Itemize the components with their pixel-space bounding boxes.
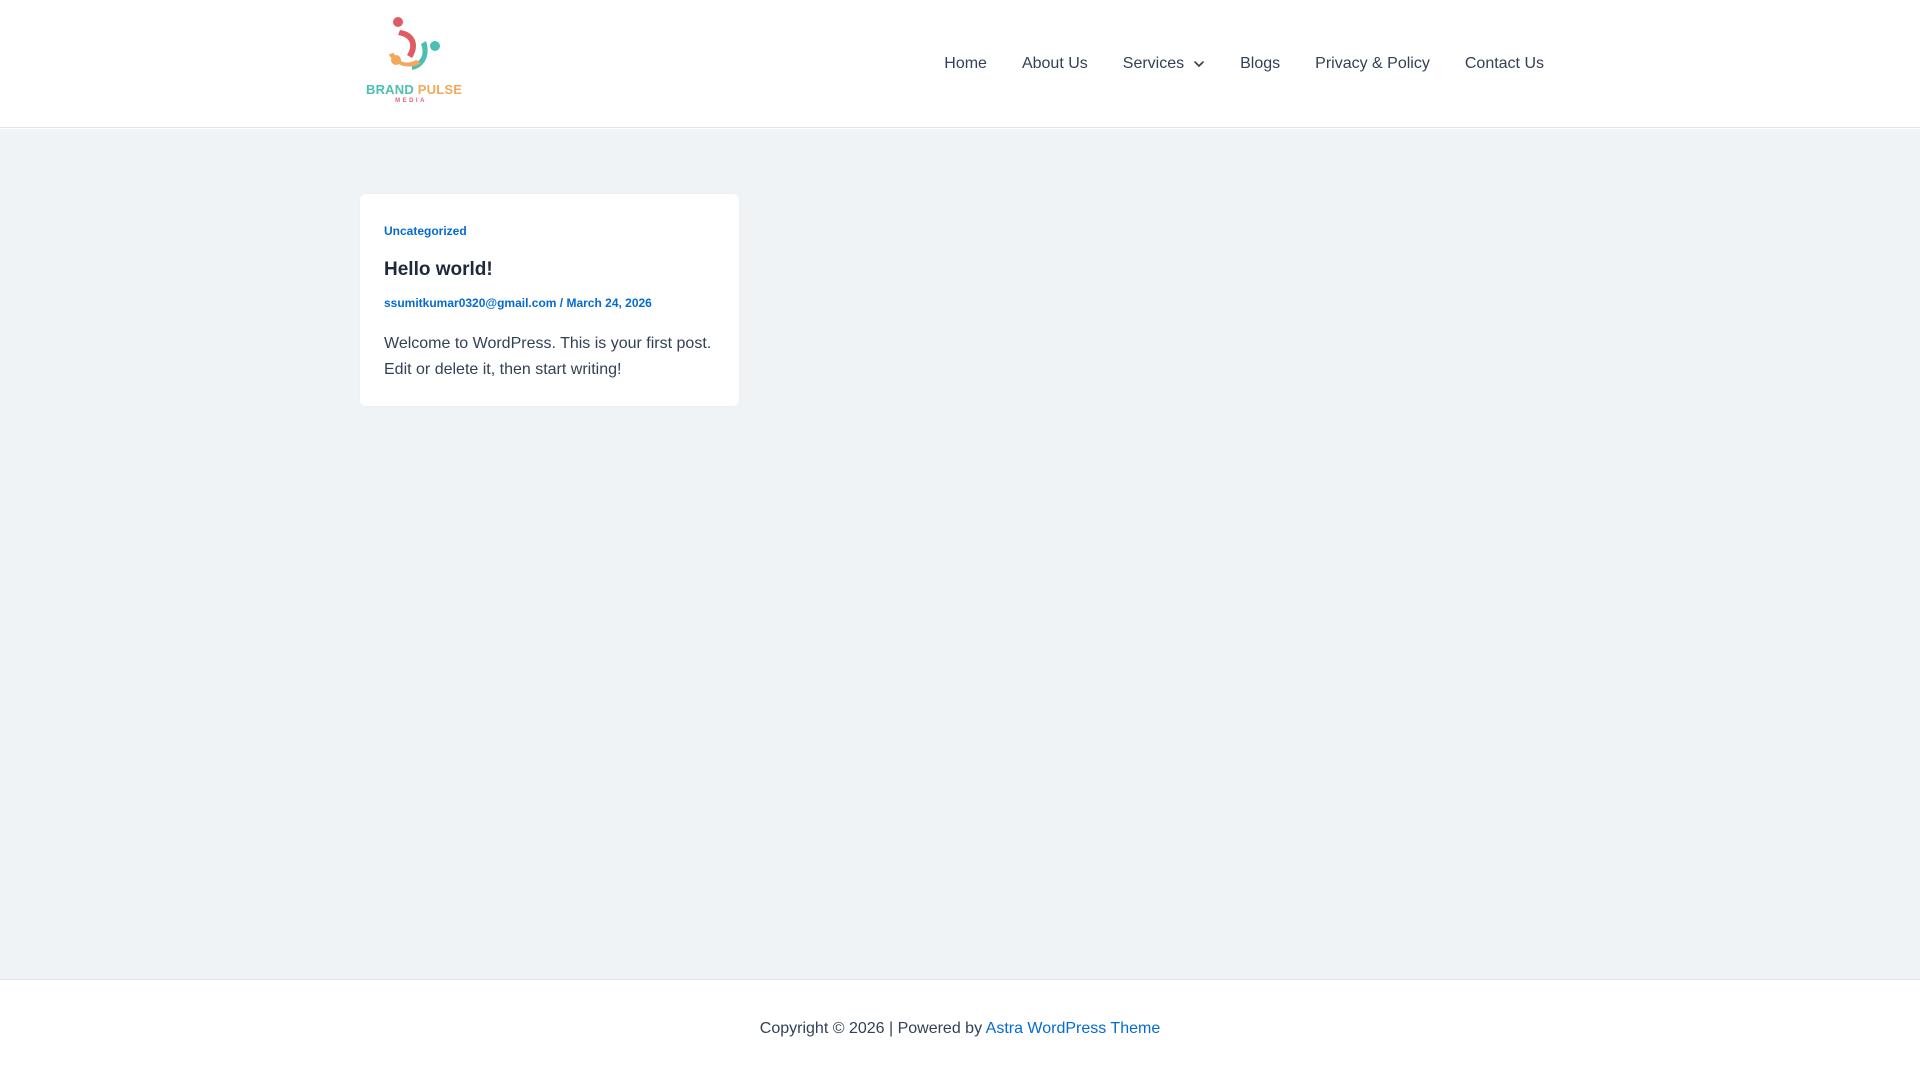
footer-copyright: Copyright © 2026 | Powered by Astra Word… [0, 1020, 1920, 1038]
post-title-link[interactable]: Hello world! [384, 259, 493, 281]
site-footer: Copyright © 2026 | Powered by Astra Word… [0, 979, 1920, 1080]
nav-label-blogs: Blogs [1240, 55, 1281, 72]
nav-item-about-us[interactable]: About Us [1022, 55, 1088, 73]
content-area: Uncategorized Hello world! ssumitkumar03… [0, 129, 1920, 979]
post-meta: ssumitkumar0320@gmail.com / March 24, 20… [384, 296, 652, 310]
brand-pulse-logo-icon [388, 17, 440, 70]
nav-item-home[interactable]: Home [944, 55, 987, 73]
nav-label-privacy-policy: Privacy & Policy [1315, 55, 1430, 72]
post-excerpt: Welcome to WordPress. This is your first… [384, 335, 712, 378]
nav-label-about-us: About Us [1021, 55, 1088, 72]
footer-copyright-text: Copyright © 2026 | Powered by [759, 1020, 986, 1037]
post-category-link[interactable]: Uncategorized [384, 224, 467, 238]
nav-item-contact-us[interactable]: Contact Us [1465, 55, 1544, 73]
logo-word-pulse: PULSE [417, 82, 463, 97]
nav-item-blogs[interactable]: Blogs [1240, 55, 1280, 73]
post-author-link[interactable]: ssumitkumar0320@gmail.com [384, 296, 556, 310]
nav-label-home: Home [944, 55, 987, 72]
primary-navigation: Home About Us Services Blogs Privacy & P… [944, 0, 1544, 128]
nav-label-services: Services [1122, 55, 1185, 72]
nav-item-privacy-policy[interactable]: Privacy & Policy [1315, 55, 1430, 73]
site-logo[interactable]: BRAND PULSE MEDIA [366, 16, 462, 108]
chevron-down-icon[interactable] [1193, 58, 1205, 70]
logo-subtext: MEDIA [395, 98, 427, 104]
logo-word-brand: BRAND [366, 82, 414, 97]
nav-item-services[interactable]: Services [1123, 55, 1205, 73]
footer-theme-link[interactable]: Astra WordPress Theme [986, 1020, 1161, 1037]
post-card: Uncategorized Hello world! ssumitkumar03… [360, 194, 739, 406]
site-header: BRAND PULSE MEDIA Home About Us Services… [0, 0, 1920, 128]
post-meta-separator: / [556, 296, 567, 310]
nav-label-contact-us: Contact Us [1464, 55, 1544, 72]
logo-wordmark: BRAND PULSE [366, 82, 462, 97]
post-date-link[interactable]: March 24, 2026 [566, 296, 651, 310]
